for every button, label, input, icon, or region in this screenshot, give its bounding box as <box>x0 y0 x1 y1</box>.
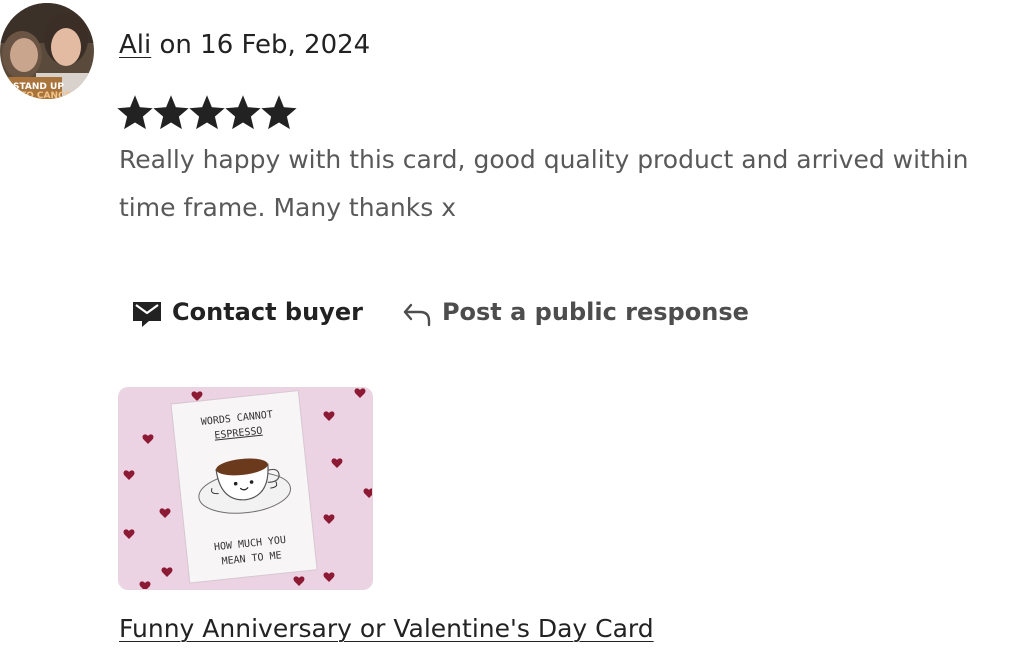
post-public-response-button[interactable]: Post a public response <box>389 292 761 332</box>
listing-title-link[interactable]: Funny Anniversary or Valentine's Day Car… <box>119 612 654 646</box>
review-byline: Ali on 16 Feb, 2024 <box>119 28 370 62</box>
star-icon <box>261 95 297 130</box>
greeting-card: WORDS CANNOT ESPRESSO HOW MUCH YOU MEAN … <box>170 390 318 584</box>
review-date: on 16 Feb, 2024 <box>151 30 371 60</box>
star-rating <box>117 94 297 132</box>
product-image: WORDS CANNOT ESPRESSO HOW MUCH YOU MEAN … <box>119 388 372 589</box>
star-icon <box>117 95 153 130</box>
avatar-badge-line2: TO CANCER <box>20 91 78 99</box>
review-text: Really happy with this card, good qualit… <box>119 136 1030 232</box>
review-text-line: time frame. Many thanks x <box>119 193 456 222</box>
product-thumbnail[interactable]: WORDS CANNOT ESPRESSO HOW MUCH YOU MEAN … <box>118 387 373 590</box>
review-text-line: Really happy with this card, good qualit… <box>119 145 969 174</box>
avatar[interactable]: STAND UP TO CANCER <box>0 3 94 99</box>
star-icon <box>189 95 225 130</box>
reply-arrow-icon <box>401 296 433 328</box>
contact-buyer-label: Contact buyer <box>172 298 363 326</box>
reviewer-name-link[interactable]: Ali <box>119 30 151 60</box>
review-actions: Contact buyer Post a public response <box>119 292 761 332</box>
envelope-message-icon <box>131 296 163 328</box>
star-icon <box>153 95 189 130</box>
post-public-response-label: Post a public response <box>441 298 749 326</box>
review-item: STAND UP TO CANCER Ali on 16 Feb, 2024 R… <box>0 0 1030 652</box>
avatar-photo: STAND UP TO CANCER <box>0 3 94 99</box>
star-icon <box>225 95 261 130</box>
contact-buyer-button[interactable]: Contact buyer <box>119 292 375 332</box>
